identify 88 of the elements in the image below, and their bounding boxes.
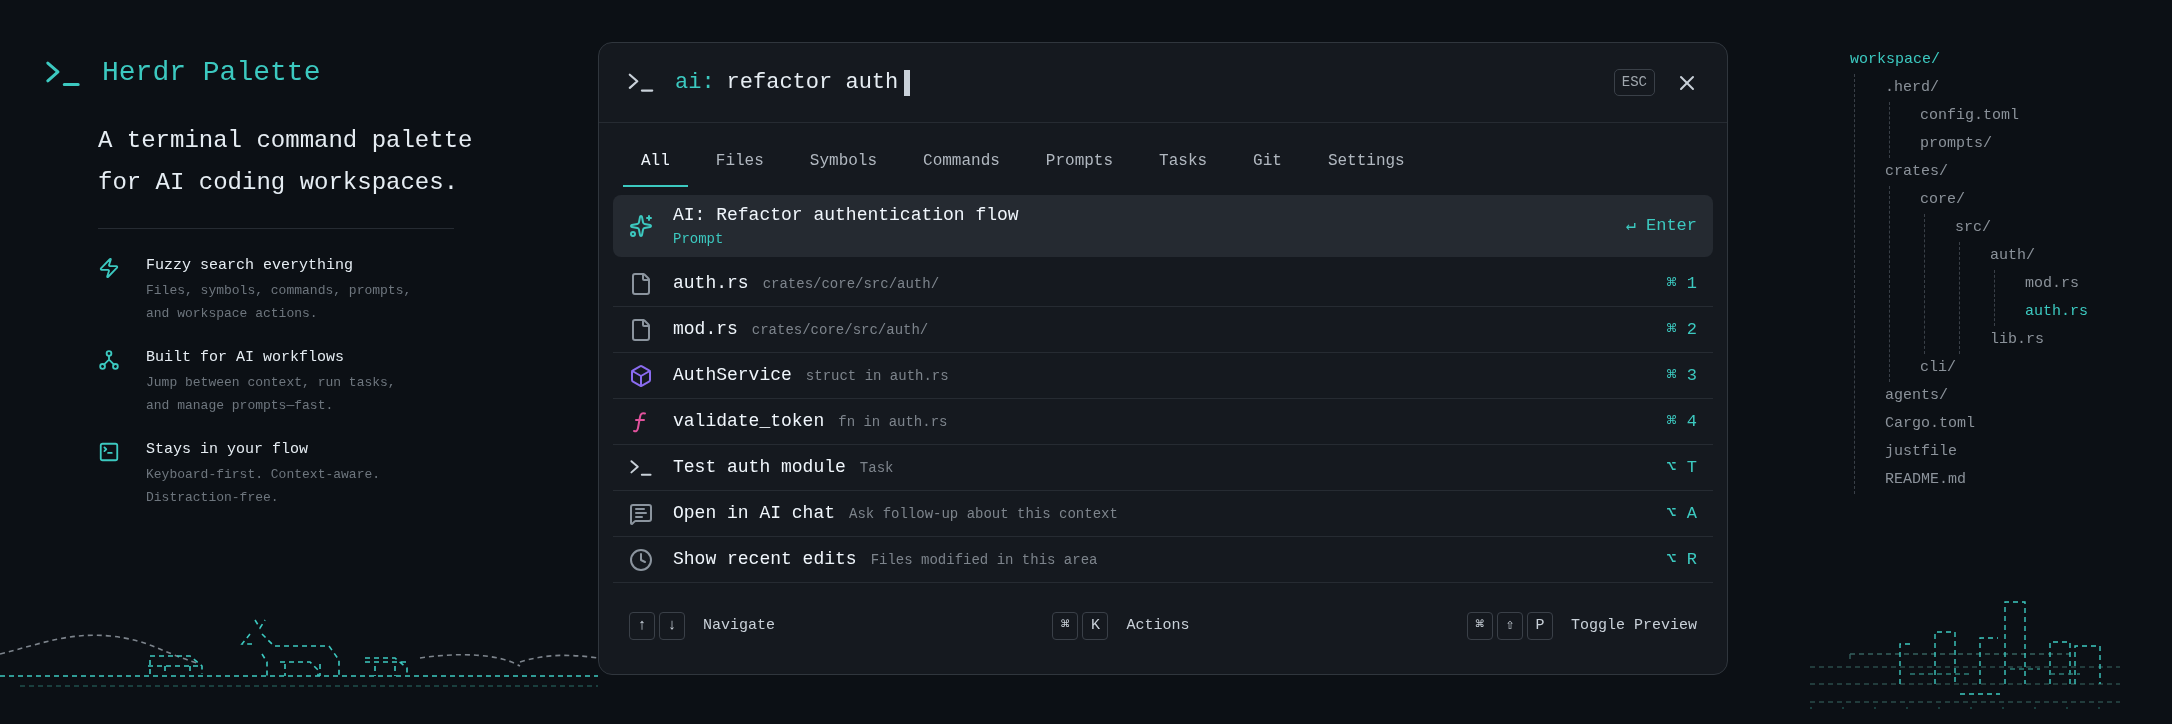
tree-item[interactable]: agents/ — [1885, 382, 2172, 410]
result-title: Open in AI chat — [673, 502, 836, 525]
tree-item[interactable]: config.toml — [1920, 102, 2172, 130]
result-row[interactable]: AuthService struct in auth.rs ⌘ 3 — [613, 353, 1713, 399]
filter-tab[interactable]: Tasks — [1141, 137, 1226, 187]
feature-description: Jump between context, run tasks, and manage prompts—fast. — [146, 374, 397, 415]
hint-label: Navigate — [703, 615, 775, 636]
result-subtitle: Ask follow-up about this context — [849, 505, 1118, 524]
sparkles-icon — [629, 214, 653, 238]
file-icon — [629, 271, 653, 296]
result-subtitle: Files modified in this area — [870, 551, 1098, 570]
tree-item[interactable]: mod.rs — [2025, 270, 2172, 298]
filter-tab[interactable]: Commands — [905, 137, 1018, 187]
app-title: Herdr Palette — [102, 56, 321, 90]
search-field[interactable]: ai: refactor auth — [675, 66, 1614, 99]
key-cap: P — [1526, 612, 1553, 640]
tree-item[interactable]: lib.rs — [1990, 326, 2172, 354]
tree-item[interactable]: crates/ — [1885, 158, 2172, 186]
filter-tab[interactable]: All — [623, 137, 688, 187]
hint-label: Actions — [1126, 615, 1190, 636]
result-row[interactable]: Test auth module Task ⌥ T — [613, 445, 1713, 491]
key-cap: ↑ — [629, 612, 655, 640]
tree-item[interactable]: justfile — [1885, 438, 2172, 466]
terminal-prompt-icon — [629, 457, 653, 478]
result-row[interactable]: Show recent edits Files modified in this area ⌥ R — [613, 537, 1713, 583]
key-cap: K — [1082, 612, 1109, 640]
feature-title: Stays in your flow — [146, 440, 310, 460]
escape-key[interactable]: ESC — [1613, 69, 1655, 96]
shortcut-hint: ⌘ 1 — [1666, 272, 1697, 295]
feature-title: Built for AI workflows — [146, 348, 346, 368]
tree-item[interactable]: core/ — [1920, 186, 2172, 214]
feature-title: Fuzzy search everything — [146, 256, 355, 276]
lightning-icon — [98, 257, 120, 279]
filter-tab[interactable]: Symbols — [791, 137, 896, 187]
tree-item[interactable]: cli/ — [1920, 354, 2172, 382]
filter-tab[interactable]: Files — [697, 137, 782, 187]
chat-icon — [629, 501, 653, 526]
result-row[interactable]: AI: Refactor authentication flow Prompt ↵ Enter — [613, 195, 1713, 257]
hint-label: Toggle Preview — [1570, 615, 1697, 636]
filter-tab[interactable]: Prompts — [1027, 137, 1132, 187]
tree-item[interactable]: prompts/ — [1920, 130, 2172, 158]
result-title: mod.rs — [673, 318, 738, 341]
result-subtitle: Prompt — [673, 230, 725, 249]
filter-tab[interactable]: Git — [1235, 137, 1300, 187]
feature-description: Files, symbols, commands, prompts, and workspace actions. — [146, 282, 413, 323]
shortcut-hint: ⌥ T — [1666, 456, 1697, 479]
terminal-window-icon — [98, 441, 120, 463]
result-subtitle: crates/core/src/auth/ — [762, 275, 940, 294]
text-cursor — [904, 69, 911, 96]
tree-item[interactable]: workspace/ — [1850, 46, 2172, 74]
result-subtitle: Task — [859, 459, 894, 478]
clock-icon — [629, 547, 653, 572]
feature-description: Keyboard-first. Context-aware. Distraction-free. — [146, 466, 382, 507]
tree-item[interactable]: README.md — [1885, 466, 2172, 494]
key-cap: ↓ — [659, 612, 685, 640]
result-title: auth.rs — [673, 272, 749, 295]
tree-item[interactable]: Cargo.toml — [1885, 410, 2172, 438]
result-row[interactable]: auth.rs crates/core/src/auth/ ⌘ 1 — [613, 261, 1713, 307]
shortcut-hint: ↵ Enter — [1625, 215, 1697, 238]
shortcut-hint: ⌘ 3 — [1666, 364, 1697, 387]
tagline: A terminal command palette for AI coding workspaces. — [98, 126, 474, 198]
file-icon — [629, 317, 653, 342]
shortcut-hint: ⌥ R — [1666, 548, 1697, 571]
shortcut-hint: ⌥ A — [1666, 502, 1697, 525]
tree-item[interactable]: .herd/ — [1885, 74, 2172, 102]
cube-icon — [629, 363, 653, 388]
terminal-prompt-icon — [627, 71, 655, 94]
tree-item[interactable]: auth/ — [1990, 242, 2172, 270]
key-cap: ⇧ — [1496, 612, 1523, 640]
result-row[interactable]: validate_token fn in auth.rs ⌘ 4 — [613, 399, 1713, 445]
shortcut-hint: ⌘ 2 — [1666, 318, 1697, 341]
result-row[interactable]: mod.rs crates/core/src/auth/ ⌘ 2 — [613, 307, 1713, 353]
branching-nodes-icon — [98, 349, 120, 371]
result-title: AuthService — [673, 364, 792, 387]
result-title: AI: Refactor authentication flow — [673, 204, 1020, 227]
result-title: validate_token — [673, 410, 825, 433]
tree-item[interactable]: src/ — [1955, 214, 2172, 242]
key-cap: ⌘ — [1466, 612, 1493, 640]
result-title: Show recent edits — [673, 548, 857, 571]
key-cap: ⌘ — [1052, 612, 1079, 640]
result-subtitle: fn in auth.rs — [838, 413, 948, 432]
result-row[interactable]: Open in AI chat Ask follow-up about this context ⌥ A — [613, 491, 1713, 537]
result-title: Test auth module — [673, 456, 846, 479]
tree-item[interactable]: auth.rs — [2025, 298, 2172, 326]
result-subtitle: struct in auth.rs — [805, 367, 949, 386]
filter-tab[interactable]: Settings — [1309, 137, 1423, 187]
result-subtitle: crates/core/src/auth/ — [751, 321, 929, 340]
shortcut-hint: ⌘ 4 — [1666, 410, 1697, 433]
